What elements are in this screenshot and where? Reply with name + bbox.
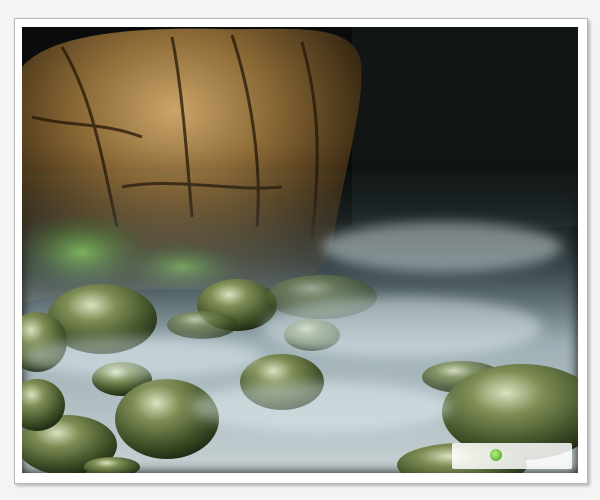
pebble: [115, 379, 219, 459]
watermark-leaf-icon: [490, 449, 502, 461]
photo-svg: [22, 27, 578, 473]
landscape-photo: [22, 27, 578, 473]
pebble: [167, 311, 237, 339]
watermark-logo: [452, 443, 572, 469]
